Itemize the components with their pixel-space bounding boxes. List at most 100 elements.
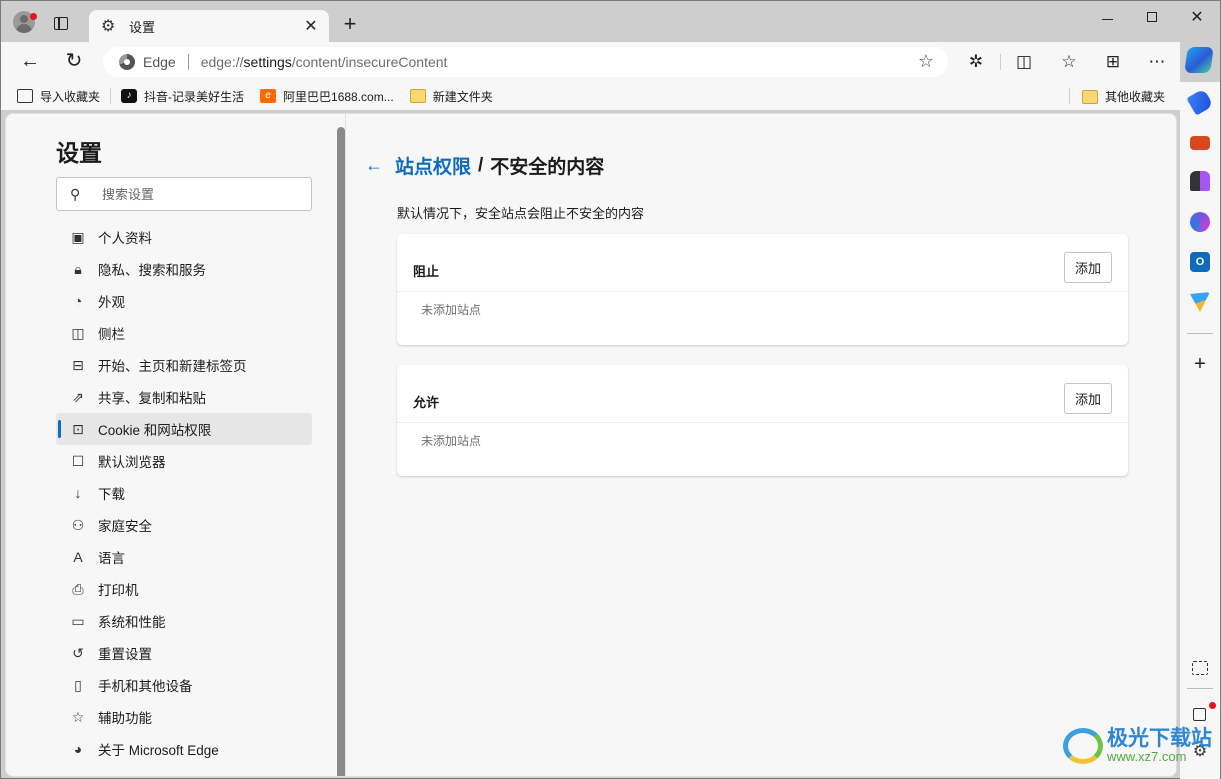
close-window-button[interactable]: ✕ xyxy=(1174,7,1220,29)
sidebar-item-label: 隐私、搜索和服务 xyxy=(98,263,206,278)
watermark-logo-icon xyxy=(1063,728,1103,764)
maximize-button[interactable] xyxy=(1129,7,1175,29)
address-separator xyxy=(187,54,189,70)
favorites-icon[interactable]: ☆ xyxy=(1058,51,1080,73)
bookmark-alibaba[interactable]: e 阿里巴巴1688.com... xyxy=(260,88,394,105)
url-host: settings xyxy=(243,54,292,70)
url-prefix: edge:// xyxy=(200,54,244,70)
back-button[interactable]: ← xyxy=(18,50,42,74)
sidebar-item-label: Cookie 和网站权限 xyxy=(98,423,212,438)
sidebar-item-language[interactable]: A 语言 xyxy=(56,541,312,573)
sidebar-item-default-browser[interactable]: ☐ 默认浏览器 xyxy=(56,445,312,477)
sidebar-item-profile[interactable]: ▣ 个人资料 xyxy=(56,221,312,253)
alibaba-icon: e xyxy=(260,89,277,103)
bookmark-label: 其他收藏夹 xyxy=(1104,90,1165,104)
bookmark-other-favorites[interactable]: 其他收藏夹 xyxy=(1081,88,1165,105)
rail-separator xyxy=(1187,688,1213,689)
sidebar-scrollbar[interactable] xyxy=(337,127,345,776)
sidebar-item-reset[interactable]: ↺ 重置设置 xyxy=(56,637,312,669)
breadcrumb: ← 站点权限 / 不安全的内容 xyxy=(365,152,604,179)
sidebar-item-label: 下载 xyxy=(98,487,125,502)
bookmark-label: 导入收藏夹 xyxy=(40,89,101,104)
section-header: 允许 添加 xyxy=(397,365,1128,423)
bookmark-new-folder[interactable]: 新建文件夹 xyxy=(409,88,493,105)
tab-actions-icon[interactable] xyxy=(54,17,68,30)
sidebar-item-sidebar[interactable]: ◫ 侧栏 xyxy=(56,317,312,349)
search-input[interactable] xyxy=(102,186,302,202)
bookmark-label: 抖音-记录美好生活 xyxy=(144,89,245,104)
sidebar-item-privacy[interactable]: 🔒︎ 隐私、搜索和服务 xyxy=(56,253,312,285)
split-screen-icon[interactable]: ◫ xyxy=(1013,51,1035,73)
reload-button[interactable]: ↻ xyxy=(62,50,86,74)
default-browser-icon: ☐ xyxy=(71,452,85,469)
new-tab-button[interactable]: + xyxy=(339,11,361,37)
maximize-icon xyxy=(1147,12,1157,22)
share-icon: ⇗ xyxy=(72,388,84,405)
toolbox-icon[interactable] xyxy=(1190,136,1210,150)
sidebar-item-cookies[interactable]: ⊡ Cookie 和网站权限 xyxy=(56,413,312,445)
breadcrumb-parent-link[interactable]: 站点权限 xyxy=(395,152,471,179)
tab-strip: ⚙ 设置 ✕ + ✕ xyxy=(1,1,1220,42)
profile-icon: ▣ xyxy=(71,228,85,245)
bookmark-tiktok[interactable]: ♪ 抖音-记录美好生活 xyxy=(121,88,244,105)
sidebar-item-label: 辅助功能 xyxy=(98,711,152,726)
favorite-star-icon[interactable]: ☆ xyxy=(918,51,934,72)
settings-nav: ▣ 个人资料 🔒︎ 隐私、搜索和服务 ◔ 外观 ◫ 侧栏 ⊟ 开始、主页和新建标签页 ⇗ 共… xyxy=(56,221,312,765)
section-title: 允许 xyxy=(413,395,440,410)
sidebar-item-label: 个人资料 xyxy=(98,231,152,246)
page-description: 默认情况下，安全站点会阻止不安全的内容 xyxy=(397,206,645,221)
send-icon[interactable] xyxy=(1190,292,1210,312)
extensions-icon[interactable]: ✲ xyxy=(965,51,987,73)
notification-dot xyxy=(30,13,37,20)
add-allow-site-button[interactable]: 添加 xyxy=(1064,383,1112,414)
add-icon[interactable]: + xyxy=(1190,353,1210,376)
tab-settings[interactable]: ⚙ 设置 ✕ xyxy=(89,10,329,42)
download-icon: ↓ xyxy=(74,485,82,501)
shopping-tag-icon[interactable] xyxy=(1186,88,1214,116)
phone-icon: ▯ xyxy=(74,676,82,693)
sidebar-item-about[interactable]: ◕ 关于 Microsoft Edge xyxy=(56,733,312,765)
more-icon[interactable]: ⋯ xyxy=(1146,51,1168,73)
open-external-icon[interactable] xyxy=(1193,708,1206,721)
browser-window: ⚙ 设置 ✕ + ✕ ← ↻ Edge edge://settings/cont… xyxy=(0,0,1221,779)
sidebar-item-phone[interactable]: ▯ 手机和其他设备 xyxy=(56,669,312,701)
bookmark-label: 阿里巴巴1688.com... xyxy=(283,89,394,104)
sidebar-item-label: 系统和性能 xyxy=(98,615,166,630)
section-header: 阻止 添加 xyxy=(397,234,1128,292)
bookmark-import[interactable]: 导入收藏夹 xyxy=(17,88,100,105)
sidebar-item-family[interactable]: ⚇ 家庭安全 xyxy=(56,509,312,541)
outlook-icon[interactable]: O xyxy=(1190,252,1210,272)
palette-icon: ◔ xyxy=(73,293,83,309)
address-bar[interactable]: Edge edge://settings/content/insecureCon… xyxy=(103,47,948,77)
minimize-icon xyxy=(1101,19,1113,20)
sidebar-item-start-home[interactable]: ⊟ 开始、主页和新建标签页 xyxy=(56,349,312,381)
sidebar-item-system[interactable]: ▭ 系统和性能 xyxy=(56,605,312,637)
settings-page: 设置 ⚲ ▣ 个人资料 🔒︎ 隐私、搜索和服务 ◔ 外观 ◫ 侧栏 ⊟ 开始、主页和新建标… xyxy=(5,113,1177,777)
sidebar-item-printer[interactable]: ⎙ 打印机 xyxy=(56,573,312,605)
sidebar-item-share[interactable]: ⇗ 共享、复制和粘贴 xyxy=(56,381,312,413)
close-tab-icon[interactable]: ✕ xyxy=(301,16,321,36)
toolbar-separator xyxy=(1000,54,1001,70)
add-block-site-button[interactable]: 添加 xyxy=(1064,252,1112,283)
collections-icon[interactable]: ⊞ xyxy=(1102,51,1124,73)
sidebar-item-label: 打印机 xyxy=(98,583,139,598)
sidebar-item-downloads[interactable]: ↓ 下载 xyxy=(56,477,312,509)
minimize-button[interactable] xyxy=(1084,7,1130,29)
sidebar-item-label: 外观 xyxy=(98,295,125,310)
bookmarks-bar: 导入收藏夹 ♪ 抖音-记录美好生活 e 阿里巴巴1688.com... 新建文件夹 … xyxy=(1,82,1180,110)
search-settings[interactable]: ⚲ xyxy=(56,177,312,211)
settings-title: 设置 xyxy=(56,140,102,166)
back-arrow-icon[interactable]: ← xyxy=(365,155,395,176)
copilot-icon[interactable] xyxy=(1184,47,1214,73)
sidebar-item-label: 开始、主页和新建标签页 xyxy=(98,359,247,374)
sidebar-item-appearance[interactable]: ◔ 外观 xyxy=(56,285,312,317)
screenshot-icon[interactable] xyxy=(1192,661,1208,675)
sidebar-item-label: 侧栏 xyxy=(98,327,125,342)
sidebar-item-accessibility[interactable]: ☆ 辅助功能 xyxy=(56,701,312,733)
games-icon[interactable] xyxy=(1190,171,1210,191)
main-panel: ← 站点权限 / 不安全的内容 默认情况下，安全站点会阻止不安全的内容 阻止 添… xyxy=(347,114,1176,776)
home-tab-icon: ⊟ xyxy=(72,356,84,373)
m365-icon[interactable] xyxy=(1190,212,1210,232)
url-text[interactable]: edge://settings/content/insecureContent xyxy=(201,54,448,70)
site-label: Edge xyxy=(143,54,176,70)
